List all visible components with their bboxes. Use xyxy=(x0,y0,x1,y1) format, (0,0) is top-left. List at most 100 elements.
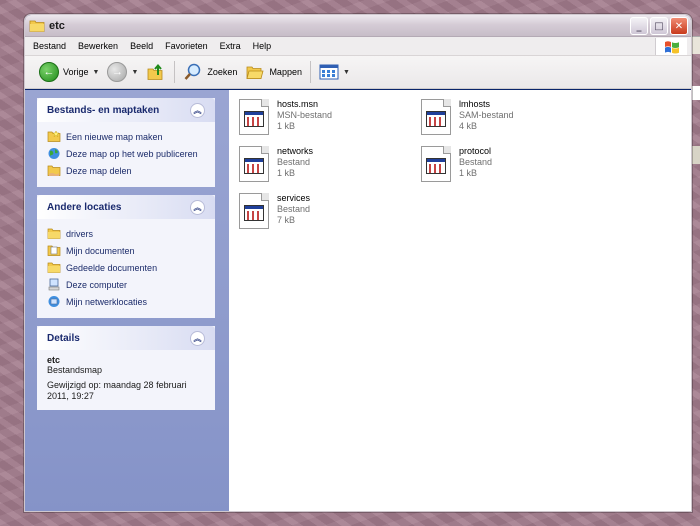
content-area: Bestands- en maptaken ︽ Een nieuwe map m… xyxy=(25,90,691,511)
place-drivers[interactable]: drivers xyxy=(47,225,205,242)
chevron-down-icon[interactable]: ▼ xyxy=(131,69,138,76)
file-type: MSN-bestand xyxy=(277,110,333,120)
desktop-background-right xyxy=(692,0,700,526)
background-window-edge xyxy=(692,86,700,100)
place-network[interactable]: Mijn netwerklocaties xyxy=(47,293,205,310)
file-name: services xyxy=(277,193,311,203)
share-folder-icon xyxy=(47,165,61,176)
background-window-edge xyxy=(692,146,700,164)
background-window-edge xyxy=(692,36,700,54)
new-folder-icon xyxy=(47,130,61,142)
menu-bestand[interactable]: Bestand xyxy=(25,41,72,51)
menu-beeld[interactable]: Beeld xyxy=(124,41,159,51)
minimize-button[interactable]: _ xyxy=(630,17,648,35)
details-panel: Details ︽ etc Bestandsmap Gewijzigd op: … xyxy=(37,326,215,410)
place-my-computer[interactable]: Deze computer xyxy=(47,276,205,293)
file-item[interactable]: networks Bestand 1 kB xyxy=(237,144,407,186)
file-size: 7 kB xyxy=(277,215,296,225)
file-type: Bestand xyxy=(459,157,493,167)
back-label: Vorige xyxy=(63,67,89,77)
place-my-documents[interactable]: Mijn documenten xyxy=(47,242,205,259)
system-file-icon xyxy=(237,144,271,184)
up-folder-button[interactable] xyxy=(142,59,170,85)
menu-extra[interactable]: Extra xyxy=(214,41,247,51)
file-list: hosts.msn MSN-bestand 1 kB lmhosts SAM-b… xyxy=(229,90,691,511)
shared-folder-icon xyxy=(47,262,61,273)
task-new-folder[interactable]: Een nieuwe map maken xyxy=(47,128,205,145)
windows-logo-icon xyxy=(655,38,687,55)
file-name: lmhosts xyxy=(459,99,491,109)
file-item[interactable]: lmhosts SAM-bestand 4 kB xyxy=(419,97,589,139)
place-label: Gedeelde documenten xyxy=(66,262,158,273)
file-item[interactable]: services Bestand 7 kB xyxy=(237,191,407,233)
folders-button[interactable]: Mappen xyxy=(241,59,306,85)
system-file-icon xyxy=(419,97,453,137)
views-button[interactable]: ▼ xyxy=(315,59,354,85)
file-name: protocol xyxy=(459,146,492,156)
file-tasks-panel: Bestands- en maptaken ︽ Een nieuwe map m… xyxy=(37,98,215,187)
panel-title: Andere locaties xyxy=(47,201,122,213)
collapse-chevron-icon[interactable]: ︽ xyxy=(190,330,205,346)
toolbar: ← Vorige ▼ → ▼ Zoeken Mappen ▼ xyxy=(25,56,691,89)
collapse-chevron-icon[interactable]: ︽ xyxy=(190,102,205,118)
forward-button[interactable]: → ▼ xyxy=(103,59,142,85)
file-type: Bestand xyxy=(277,204,311,214)
details-item-type: Bestandsmap xyxy=(47,365,103,375)
file-tasks-header[interactable]: Bestands- en maptaken ︽ xyxy=(37,98,215,122)
folders-label: Mappen xyxy=(269,67,302,77)
details-modified: Gewijzigd op: maandag 28 februari xyxy=(47,380,187,390)
network-places-icon xyxy=(48,296,60,307)
chevron-down-icon[interactable]: ▼ xyxy=(93,69,100,76)
file-size: 4 kB xyxy=(459,121,478,131)
task-label: Deze map op het web publiceren xyxy=(66,148,198,159)
menu-bar: Bestand Bewerken Beeld Favorieten Extra … xyxy=(25,37,691,56)
panel-title: Bestands- en maptaken xyxy=(47,104,160,116)
my-documents-icon xyxy=(47,245,61,256)
back-arrow-icon: ← xyxy=(39,62,59,82)
task-publish-web[interactable]: Deze map op het web publiceren xyxy=(47,145,205,162)
system-file-icon xyxy=(237,191,271,231)
file-name: networks xyxy=(277,146,314,156)
other-places-header[interactable]: Andere locaties ︽ xyxy=(37,195,215,219)
file-size: 1 kB xyxy=(277,168,296,178)
place-label: Mijn documenten xyxy=(66,245,135,256)
toolbar-separator xyxy=(309,61,311,83)
place-shared-documents[interactable]: Gedeelde documenten xyxy=(47,259,205,276)
file-type: SAM-bestand xyxy=(459,110,514,120)
title-bar[interactable]: etc _ □ ✕ xyxy=(25,15,691,37)
search-button[interactable]: Zoeken xyxy=(179,59,241,85)
folder-up-icon xyxy=(148,63,163,80)
menu-bewerken[interactable]: Bewerken xyxy=(72,41,124,51)
close-button[interactable]: ✕ xyxy=(670,17,688,35)
task-pane: Bestands- en maptaken ︽ Een nieuwe map m… xyxy=(25,90,229,511)
views-icon xyxy=(319,64,339,80)
task-label: Een nieuwe map maken xyxy=(66,131,163,142)
file-item[interactable]: hosts.msn MSN-bestand 1 kB xyxy=(237,97,407,139)
task-share-folder[interactable]: Deze map delen xyxy=(47,162,205,179)
details-header[interactable]: Details ︽ xyxy=(37,326,215,350)
computer-icon xyxy=(48,278,60,291)
file-size: 1 kB xyxy=(459,168,478,178)
maximize-icon: □ xyxy=(654,20,664,32)
menu-help[interactable]: Help xyxy=(247,41,278,51)
collapse-chevron-icon[interactable]: ︽ xyxy=(190,199,205,215)
file-item[interactable]: protocol Bestand 1 kB xyxy=(419,144,589,186)
details-item-name: etc xyxy=(47,355,61,365)
file-size: 1 kB xyxy=(277,121,296,131)
search-icon xyxy=(184,63,201,80)
minimize-icon: _ xyxy=(636,20,642,32)
place-label: Deze computer xyxy=(66,279,128,290)
chevron-down-icon[interactable]: ▼ xyxy=(343,69,350,76)
details-modified-date: 2011, 19:27 xyxy=(47,391,94,401)
globe-icon xyxy=(48,148,60,159)
panel-title: Details xyxy=(47,332,80,344)
file-type: Bestand xyxy=(277,157,311,167)
toolbar-separator xyxy=(174,61,176,83)
maximize-button[interactable]: □ xyxy=(650,17,668,35)
forward-arrow-icon: → xyxy=(107,62,128,82)
window-title: etc xyxy=(49,19,65,32)
place-label: drivers xyxy=(66,228,94,239)
folder-icon xyxy=(47,228,61,239)
menu-favorieten[interactable]: Favorieten xyxy=(159,41,214,51)
back-button[interactable]: ← Vorige ▼ xyxy=(35,59,103,85)
